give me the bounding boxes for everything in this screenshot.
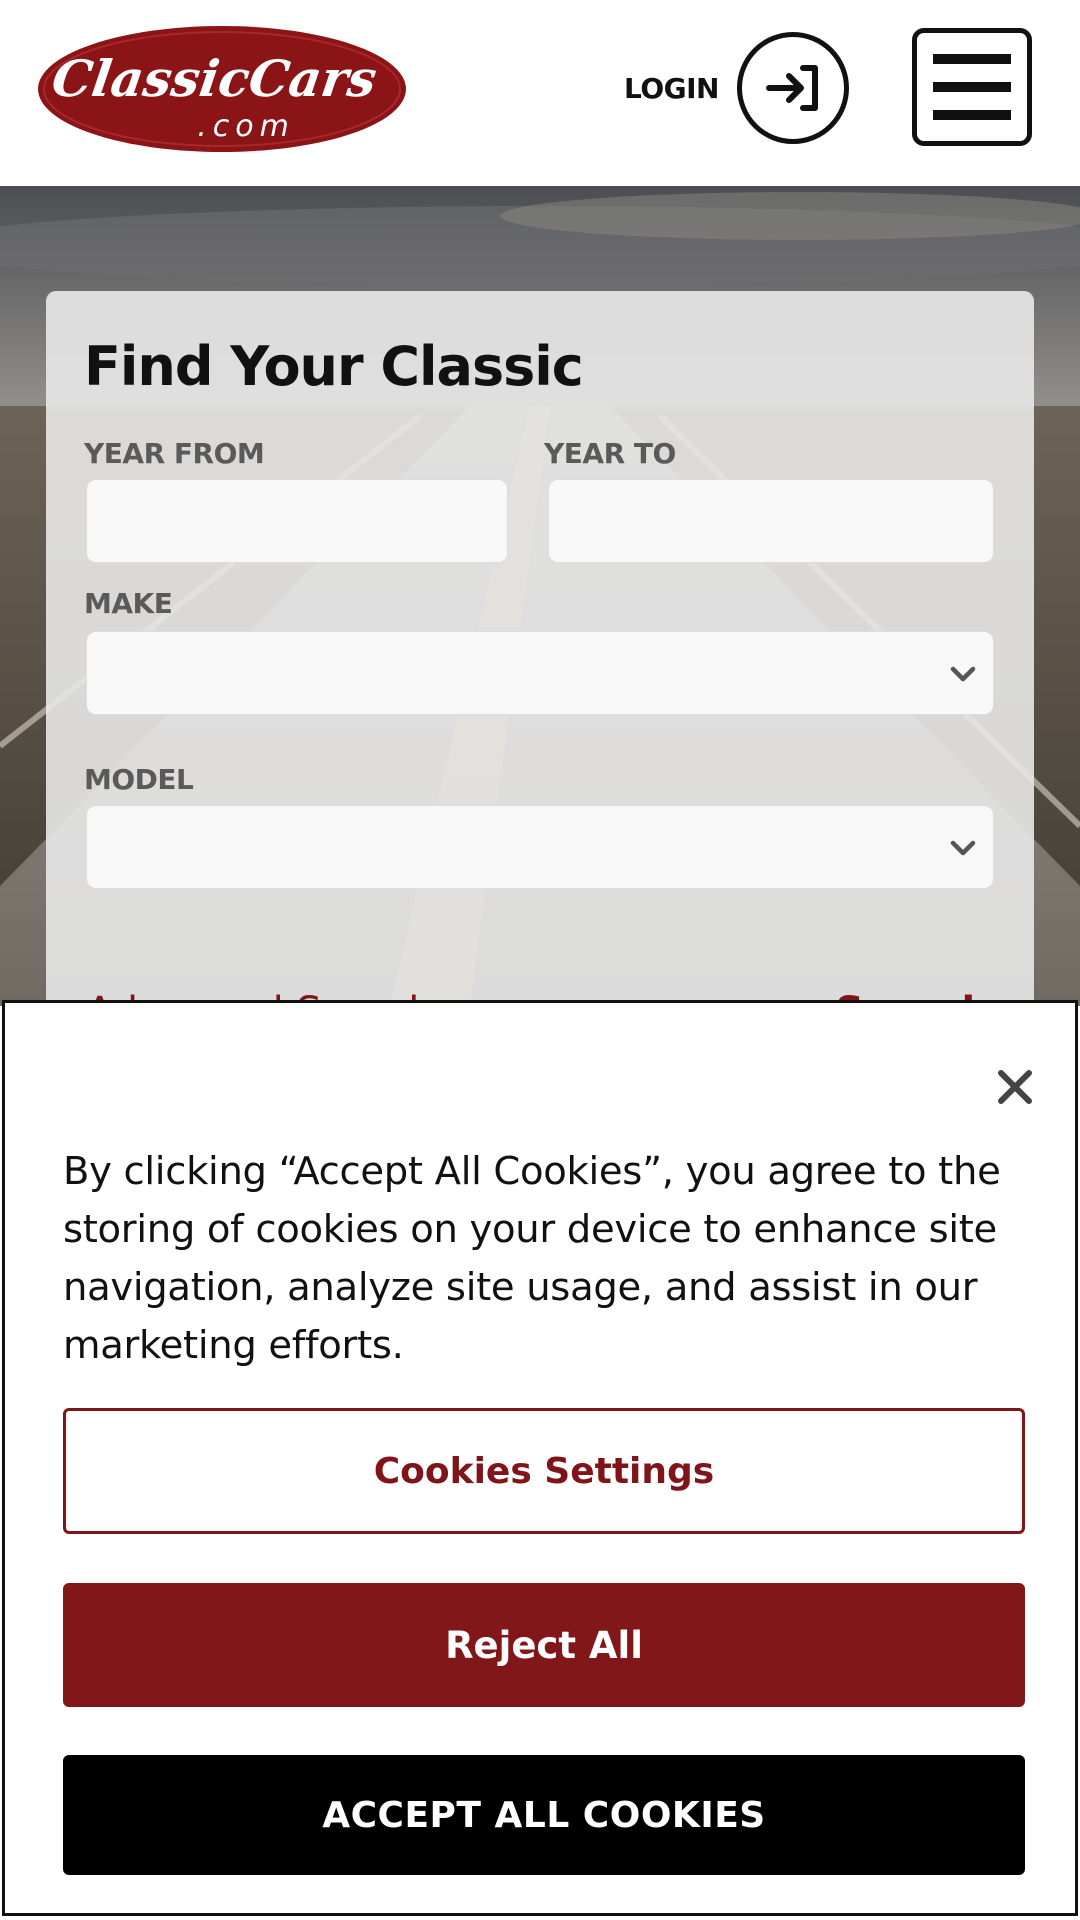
year-from-label: YEAR FROM [84,437,265,470]
make-select[interactable] [86,631,994,715]
menu-bar [933,82,1011,92]
year-to-label: YEAR TO [544,437,676,470]
reject-all-button[interactable]: Reject All [63,1583,1025,1707]
svg-text:.com: .com [197,109,295,144]
sign-in-icon[interactable] [736,32,849,144]
panel-title: Find Your Classic [84,335,584,398]
login-link[interactable]: LOGIN [624,32,849,144]
chevron-down-icon [950,666,976,682]
chevron-down-icon [950,840,976,856]
model-select[interactable] [86,805,994,889]
menu-bar [933,110,1011,120]
year-from-input[interactable] [86,479,508,563]
menu-bar [933,54,1011,64]
logo-graphic: ClassicCars .com [38,26,406,152]
make-label: MAKE [84,587,173,620]
search-panel: Find Your Classic YEAR FROM YEAR TO MAKE… [46,291,1034,1051]
cookie-consent-banner: By clicking “Accept All Cookies”, you ag… [2,1000,1078,1916]
cookie-message: By clicking “Accept All Cookies”, you ag… [63,1149,1001,1368]
site-header: ClassicCars .com LOGIN [0,0,1080,186]
classiccars-logo[interactable]: ClassicCars .com [36,24,408,154]
login-label: LOGIN [624,71,719,105]
accept-all-cookies-button[interactable]: ACCEPT ALL COOKIES [63,1755,1025,1875]
svg-text:ClassicCars: ClassicCars [48,49,380,108]
cookies-settings-button[interactable]: Cookies Settings [63,1408,1025,1534]
model-label: MODEL [84,763,194,796]
year-to-input[interactable] [548,479,994,563]
close-icon[interactable] [989,1061,1041,1113]
hamburger-menu-icon[interactable] [912,28,1032,146]
